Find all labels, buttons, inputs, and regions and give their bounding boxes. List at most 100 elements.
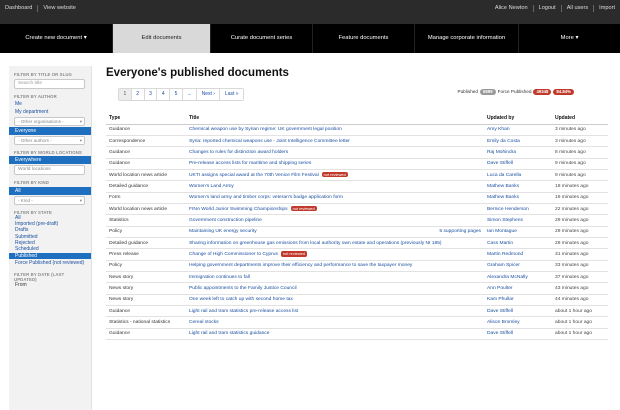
pagination: 1 2 3 4 5... Next › Last » [118,88,245,101]
pagination-item[interactable]: 2 [131,89,145,100]
location-everywhere-link[interactable]: Everywhere [9,156,91,165]
document-title-link[interactable]: One week left to catch up with second ho… [189,297,293,302]
updated-by-cell: Simon Stephens [484,214,552,227]
document-title-cell: Change of High Commissioner to Cyprus not… [186,248,484,261]
user-name-link[interactable]: Alice Newton [490,5,534,12]
pagination-item[interactable]: 5 [170,89,183,100]
supporting-pages-link[interactable]: 5 supporting pages [439,229,481,234]
table-row: World location news article UKTI assigns … [106,169,608,182]
updated-by-link[interactable]: Kam Phullar [487,297,514,302]
document-title-link[interactable]: Sharing information on greenhouse gas em… [189,241,442,246]
updated-by-link[interactable]: Bernice Henderson [487,207,529,212]
updated-by-link[interactable]: Emily da Costa [487,139,520,144]
updated-by-link[interactable]: Raj Mohindra [487,150,516,155]
pagination-item[interactable]: 1 [119,89,132,100]
document-title-link[interactable]: Cereal stocks [189,320,219,325]
other-organisations-select[interactable]: - Other organisations - ▾ [14,116,85,126]
dashboard-link[interactable]: Dashboard [5,5,39,12]
document-title-link[interactable]: Syria: reported chemical weapons use - J… [189,139,350,144]
import-link[interactable]: Import [594,5,615,12]
updated-time-cell: about 1 hour ago [552,328,608,341]
pagination-item[interactable]: Last » [220,89,244,100]
nav-curate-document-series[interactable]: Curate document series [210,24,312,53]
nav-more-menu[interactable]: More ▾ [518,24,620,53]
document-title-link[interactable]: Light rail and tram statistics guidance [189,331,269,336]
document-title-link[interactable]: Women's land army and timber corps: vete… [189,195,343,200]
document-title-link[interactable]: Women's Land Army [189,184,234,189]
updated-by-link[interactable]: Martin Redmond [487,252,523,257]
nav-edit-documents[interactable]: Edit documents [112,24,210,53]
nav-feature-documents[interactable]: Feature documents [312,24,414,53]
updated-by-cell: Cass Martin [484,237,552,250]
top-bar-right-links: Alice Newton Logout All users Import [490,5,615,12]
search-title-input[interactable]: Search title [14,79,85,90]
updated-by-link[interactable]: Graham Spicer [487,263,520,268]
nav-create-new-document[interactable]: Create new document ▾ [0,24,112,53]
pagination-item[interactable]: Next › [197,89,221,100]
kind-all-link[interactable]: All [9,186,91,195]
updated-by-link[interactable]: Amy Khan [487,127,510,132]
updated-by-link[interactable]: Luca da Carella [487,173,521,178]
state-filter-item[interactable]: Scheduled [14,246,86,252]
updated-time-cell: 9 minutes ago [552,169,608,182]
document-title-link[interactable]: Public appointments to the Family Justic… [189,286,297,291]
column-header-updated-by: Updated by [484,112,552,125]
kind-select[interactable]: - Kind - ▾ [14,195,85,205]
table-row: Guidance Light rail and tram statistics p… [106,305,608,318]
updated-by-link[interactable]: Cass Martin [487,241,513,246]
updated-by-link[interactable]: Mathew Banks [487,195,519,200]
pagination-item[interactable]: 3 [144,89,158,100]
main-navigation: Create new document ▾ Edit documents Cur… [0,17,620,53]
updated-time-cell: 44 minutes ago [552,294,608,307]
document-type-cell: Detailed guidance [106,237,186,250]
column-header-type: Type [106,112,186,125]
author-everyone-link[interactable]: Everyone [9,126,91,135]
pagination-item[interactable]: ... [182,89,198,100]
state-filter-item[interactable]: Published [9,253,91,260]
document-title-link[interactable]: Maintaining UK energy security [189,229,257,234]
updated-by-cell: Ian Montague [484,226,552,238]
nav-manage-corporate-information[interactable]: Manage corporate information [414,24,518,53]
document-title-link[interactable]: Government construction pipeline [189,218,262,223]
table-header-row: Type Title Updated by Updated [106,112,608,125]
filter-date-heading: Filter by date (last updated) [14,271,65,283]
updated-by-link[interactable]: Dave Stiffell [487,331,513,336]
updated-by-link[interactable]: Dave Stiffell [487,309,513,314]
view-website-link[interactable]: View website [38,5,76,12]
document-title-link[interactable]: Change of High Commissioner to Cyprus [189,252,278,257]
document-title-link[interactable]: Light rail and tram statistics pre-relea… [189,309,298,314]
updated-by-cell: Kam Phullar [484,294,552,307]
not-reviewed-badge: not reviewed [321,172,348,178]
updated-by-cell: Dave Stiffell [484,305,552,318]
kind-select-value: - Kind - [18,197,33,203]
document-title-link[interactable]: UKTI assigns special award at the 70th V… [189,173,319,178]
document-title-link[interactable]: Chemical weapon use by Syrian regime: UK… [189,127,342,132]
updated-by-link[interactable]: Alison Bromley [487,320,520,325]
updated-by-cell: Bernice Henderson [484,203,552,216]
world-locations-input[interactable]: World locations [14,165,85,176]
document-title-link[interactable]: Helping government departments improve t… [189,263,412,268]
updated-by-link[interactable]: Alexandra McNally [487,275,528,280]
status-legend: Published 5599 Force Published 49348 84.… [457,88,574,95]
other-authors-select[interactable]: - Other authors - ▾ [14,135,85,145]
document-type-cell: Guidance [106,328,186,341]
updated-by-link[interactable]: Ian Montague [487,229,517,234]
state-filter-item[interactable]: Force Published (not reviewed) [14,260,86,266]
author-department-link[interactable]: My department [14,108,86,116]
author-me-link[interactable]: Me [14,100,86,108]
document-title-link[interactable]: Pre-release access lists for maritime an… [189,161,311,166]
document-type-cell: Correspondence [106,135,186,148]
updated-by-link[interactable]: Simon Stephens [487,218,523,223]
updated-by-link[interactable]: Ann Poulter [487,286,513,291]
document-type-cell: Guidance [106,124,186,136]
document-title-link[interactable]: Immigration continues to fall [189,275,250,280]
all-users-link[interactable]: All users [562,5,595,12]
updated-by-link[interactable]: Mathew Banks [487,184,519,189]
document-title-link[interactable]: Changes to rules for distinction award h… [189,150,288,155]
updated-by-link[interactable]: Dave Stiffell [487,161,513,166]
pagination-item[interactable]: 4 [157,89,171,100]
logout-link[interactable]: Logout [534,5,562,12]
table-row: Guidance Pre-release access lists for mar… [106,158,608,170]
document-title-link[interactable]: FINA World Junior Swimming Championships [189,207,288,212]
table-row: Detailed guidance Women's Land Army Mathew… [106,180,608,193]
